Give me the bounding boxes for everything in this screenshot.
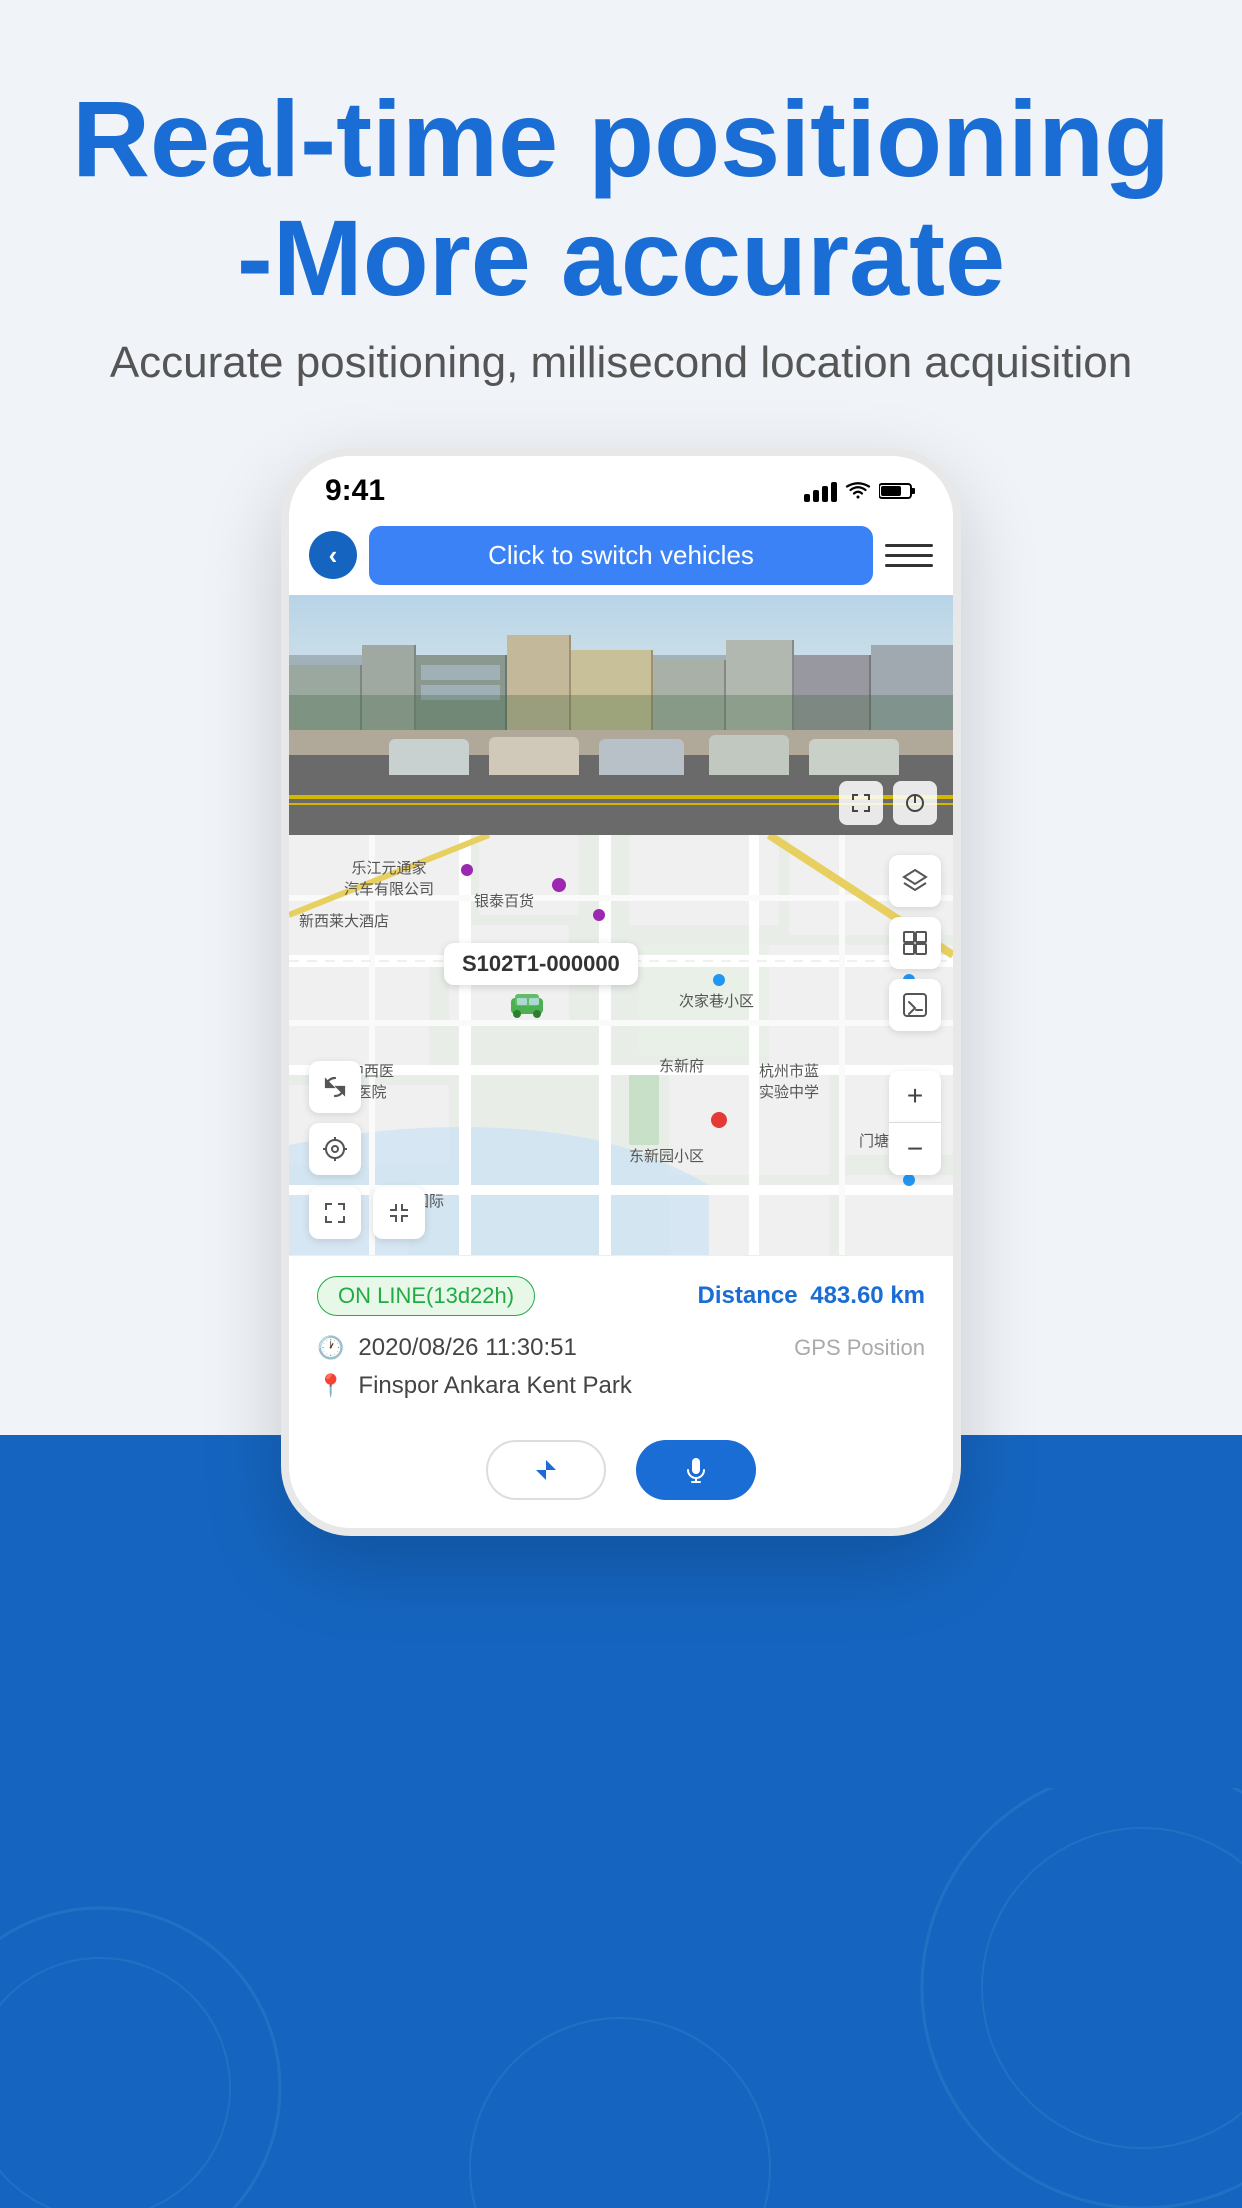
mic-button[interactable] xyxy=(636,1440,756,1500)
wifi-icon xyxy=(845,481,871,501)
map-left-buttons xyxy=(309,1061,361,1175)
poi-label-2: 银泰百货 xyxy=(474,890,534,911)
map-area[interactable]: S102T1-000000 乐江元通家汽车有限公司 银泰百货 新西莱大酒店 次家… xyxy=(289,835,953,1255)
datetime-text: 2020/08/26 11:30:51 xyxy=(358,1334,780,1362)
distance-value: 483.60 xyxy=(810,1282,883,1309)
street-view-controls xyxy=(839,781,937,825)
location-text: Finspor Ankara Kent Park xyxy=(358,1372,925,1400)
info-row-status: ON LINE(13d22h) Distance 483.60 km xyxy=(317,1276,925,1316)
status-bar: 9:41 xyxy=(289,456,953,516)
status-icons xyxy=(804,480,917,502)
map-right-buttons xyxy=(889,855,941,1031)
fullscreen-buttons xyxy=(309,1187,425,1239)
hero-title-line2: -More accurate xyxy=(72,199,1170,318)
menu-line-3 xyxy=(885,564,933,567)
expand-button[interactable] xyxy=(839,781,883,825)
distance-label: Distance xyxy=(698,1282,798,1309)
menu-line-1 xyxy=(885,544,933,547)
clock-icon: 🕐 xyxy=(317,1335,344,1361)
terminal-button[interactable] xyxy=(889,979,941,1031)
info-row-location: 📍 Finspor Ankara Kent Park xyxy=(317,1372,925,1400)
back-icon: ‹ xyxy=(329,540,338,571)
power-button[interactable] xyxy=(893,781,937,825)
menu-button[interactable] xyxy=(885,531,933,579)
distance-unit: km xyxy=(890,1282,925,1309)
poi-label-6: 东新府 xyxy=(659,1055,704,1076)
vehicle-marker xyxy=(507,990,547,1023)
distance-info: Distance 483.60 km xyxy=(698,1282,925,1310)
navigate-button[interactable] xyxy=(486,1440,606,1500)
minimize-button[interactable] xyxy=(373,1187,425,1239)
target-button[interactable] xyxy=(309,1123,361,1175)
route-button[interactable] xyxy=(889,917,941,969)
layers-button[interactable] xyxy=(889,855,941,907)
menu-line-2 xyxy=(885,554,933,557)
zoom-out-button[interactable]: − xyxy=(889,1123,941,1175)
poi-label-7: 杭州市蓝实验中学 xyxy=(759,1060,819,1102)
hero-title-block: Real-time positioning -More accurate xyxy=(72,0,1170,338)
vehicle-label: S102T1-000000 xyxy=(444,943,638,985)
fullscreen-button[interactable] xyxy=(309,1187,361,1239)
info-row-datetime: 🕐 2020/08/26 11:30:51 GPS Position xyxy=(317,1334,925,1362)
hero-subtitle: Accurate positioning, millisecond locati… xyxy=(110,338,1132,388)
hero-title-line1: Real-time positioning xyxy=(72,80,1170,199)
online-badge: ON LINE(13d22h) xyxy=(317,1276,535,1316)
page-wrapper: Real-time positioning -More accurate Acc… xyxy=(0,0,1242,1536)
zoom-in-button[interactable]: + xyxy=(889,1071,941,1123)
switch-vehicles-button[interactable]: Click to switch vehicles xyxy=(369,526,873,585)
gps-badge: GPS Position xyxy=(794,1335,925,1361)
poi-label-3: 新西莱大酒店 xyxy=(299,910,389,931)
poi-label-1: 乐江元通家汽车有限公司 xyxy=(344,857,434,899)
zoom-buttons: + − xyxy=(889,1071,941,1175)
poi-label-4: 次家巷小区 xyxy=(679,990,754,1011)
location-icon: 📍 xyxy=(317,1373,344,1399)
poi-label-9: 东新园小区 xyxy=(629,1145,704,1166)
app-header: ‹ Click to switch vehicles xyxy=(289,516,953,595)
back-button[interactable]: ‹ xyxy=(309,531,357,579)
status-time: 9:41 xyxy=(325,474,385,508)
refresh-button[interactable] xyxy=(309,1061,361,1113)
battery-icon xyxy=(879,481,917,501)
signal-bars-icon xyxy=(804,480,837,502)
action-buttons xyxy=(289,1420,953,1528)
info-bar: ON LINE(13d22h) Distance 483.60 km 🕐 202… xyxy=(289,1255,953,1420)
street-view xyxy=(289,595,953,835)
phone-mockup: 9:41 xyxy=(281,448,961,1536)
